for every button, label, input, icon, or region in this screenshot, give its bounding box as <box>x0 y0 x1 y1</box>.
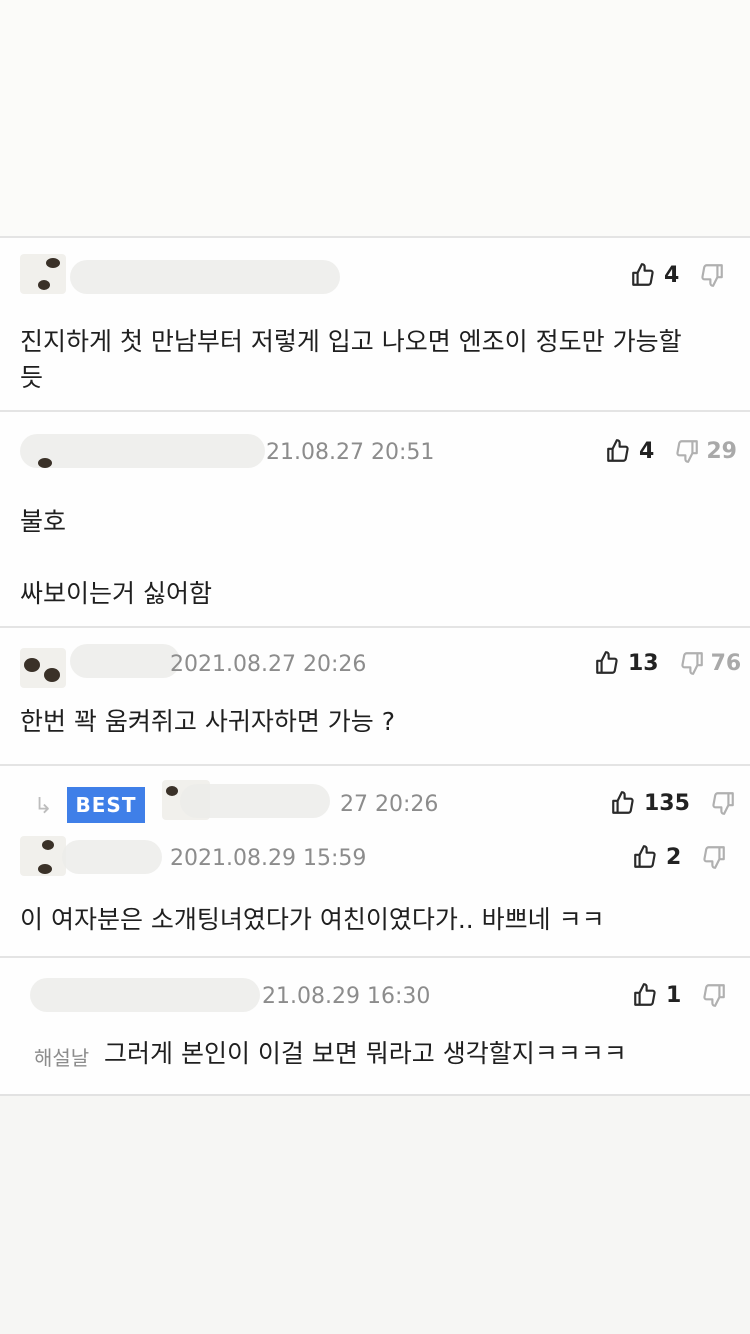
comment-list: 4 진지하게 첫 만남부터 저렇게 입고 나오면 엔조이 정도만 가능할 듯 2… <box>0 236 750 1096</box>
upvote-button[interactable] <box>610 790 636 816</box>
thumbs-down-icon <box>703 984 726 1007</box>
redacted-username <box>180 784 330 818</box>
comment-date: 2021.08.29 15:59 <box>170 846 367 871</box>
comment-body: 그러게 본인이 이걸 보면 뭐라고 생각할지ㅋㅋㅋㅋ <box>104 1036 627 1072</box>
thumbs-up-icon <box>607 439 629 462</box>
thumbs-down-icon <box>712 792 734 815</box>
downvote-button[interactable] <box>710 790 736 816</box>
thumbs-down-icon <box>680 652 703 675</box>
best-vote-controls: 135 <box>610 786 736 820</box>
upvote-button[interactable] <box>632 982 658 1008</box>
comment-item: 21.08.27 20:51 4 29 불호 싸보이는거 싫어함 <box>0 412 750 628</box>
comment-body: 불호 싸보이는거 싫어함 <box>20 504 212 612</box>
avatar[interactable] <box>20 254 66 294</box>
downvote-count: 29 <box>706 438 737 464</box>
comment-line: 불호 <box>20 507 67 536</box>
comment-date: 21.08.29 16:30 <box>262 984 431 1009</box>
comment-body: 이 여자분은 소개팅녀였다가 여친이였다가.. 바쁘네 ㅋㅋ <box>20 902 605 938</box>
comment-line: 그러게 본인이 이걸 보면 뭐라고 생각할지ㅋㅋㅋㅋ <box>104 1039 627 1068</box>
comment-line <box>20 540 212 576</box>
downvote-button[interactable] <box>701 982 727 1008</box>
vote-controls: 13 76 <box>594 646 741 680</box>
comment-line: 진지하게 첫 만남부터 저렇게 입고 나오면 엔조이 정도만 가능할 <box>20 327 682 356</box>
upvote-count: 4 <box>664 262 680 288</box>
thumbs-up-icon <box>634 983 656 1006</box>
thumbs-down-icon <box>701 264 724 287</box>
best-badge: BEST <box>67 787 145 823</box>
vote-controls: 1 <box>632 978 727 1012</box>
comment-body: 한번 꽉 움켜쥐고 사귀자하면 가능 ? <box>20 704 395 740</box>
upvote-count: 2 <box>666 844 682 870</box>
downvote-button[interactable] <box>699 262 725 288</box>
redacted-username <box>30 978 260 1012</box>
redacted-username <box>70 260 340 294</box>
comment-line: 듯 <box>20 363 44 392</box>
thumbs-down-icon <box>676 440 699 463</box>
avatar[interactable] <box>20 648 66 688</box>
comment-line: 싸보이는거 싫어함 <box>20 579 212 608</box>
reply-target-name[interactable]: 해설날 <box>34 1042 89 1071</box>
upvote-count: 13 <box>628 650 659 676</box>
upvote-button[interactable] <box>594 650 620 676</box>
vote-controls: 4 <box>630 258 725 292</box>
upvote-count: 1 <box>666 982 682 1008</box>
comment-date: 2021.08.27 20:26 <box>170 652 367 677</box>
redacted-username <box>62 840 162 874</box>
comment-item: 4 진지하게 첫 만남부터 저렇게 입고 나오면 엔조이 정도만 가능할 듯 <box>0 238 750 412</box>
comment-body: 진지하게 첫 만남부터 저렇게 입고 나오면 엔조이 정도만 가능할 듯 <box>20 324 682 396</box>
comment-line: 한번 꽉 움켜쥐고 사귀자하면 가능 ? <box>20 707 396 736</box>
comment-item: 21.08.29 16:30 1 해설날 그러게 본인이 이걸 보면 뭐라고 생… <box>0 958 750 1094</box>
upvote-button[interactable] <box>632 844 658 870</box>
reply-arrow-icon: ↳ <box>34 794 53 819</box>
redacted-username <box>70 644 180 678</box>
thumbs-up-icon <box>632 263 654 286</box>
upvote-count: 4 <box>639 438 655 464</box>
thumbs-down-icon <box>703 846 726 869</box>
downvote-button[interactable] <box>701 844 727 870</box>
downvote-button[interactable] <box>674 438 700 464</box>
empty-header-area <box>0 0 750 236</box>
best-comment-date: 27 20:26 <box>340 792 439 817</box>
avatar[interactable] <box>20 836 66 876</box>
upvote-button[interactable] <box>630 262 656 288</box>
downvote-count: 76 <box>710 650 742 676</box>
avatar[interactable] <box>22 442 68 482</box>
thumbs-up-icon <box>612 791 634 814</box>
comment-line: 이 여자분은 소개팅녀였다가 여친이였다가.. 바쁘네 ㅋㅋ <box>20 905 605 934</box>
downvote-button[interactable] <box>679 650 705 676</box>
upvote-count: 135 <box>644 790 690 816</box>
comment-item: 2021.08.27 20:26 13 76 한번 꽉 움켜쥐고 사귀자하면 가… <box>0 628 750 766</box>
thumbs-up-icon <box>634 845 656 868</box>
vote-controls: 4 29 <box>605 434 737 468</box>
thumbs-up-icon <box>596 651 618 674</box>
upvote-button[interactable] <box>605 438 631 464</box>
comment-item: ↳ BEST 27 20:26 135 2021.08.29 15:59 2 이… <box>0 766 750 958</box>
vote-controls: 2 <box>632 840 727 874</box>
comment-date: 21.08.27 20:51 <box>266 440 435 465</box>
